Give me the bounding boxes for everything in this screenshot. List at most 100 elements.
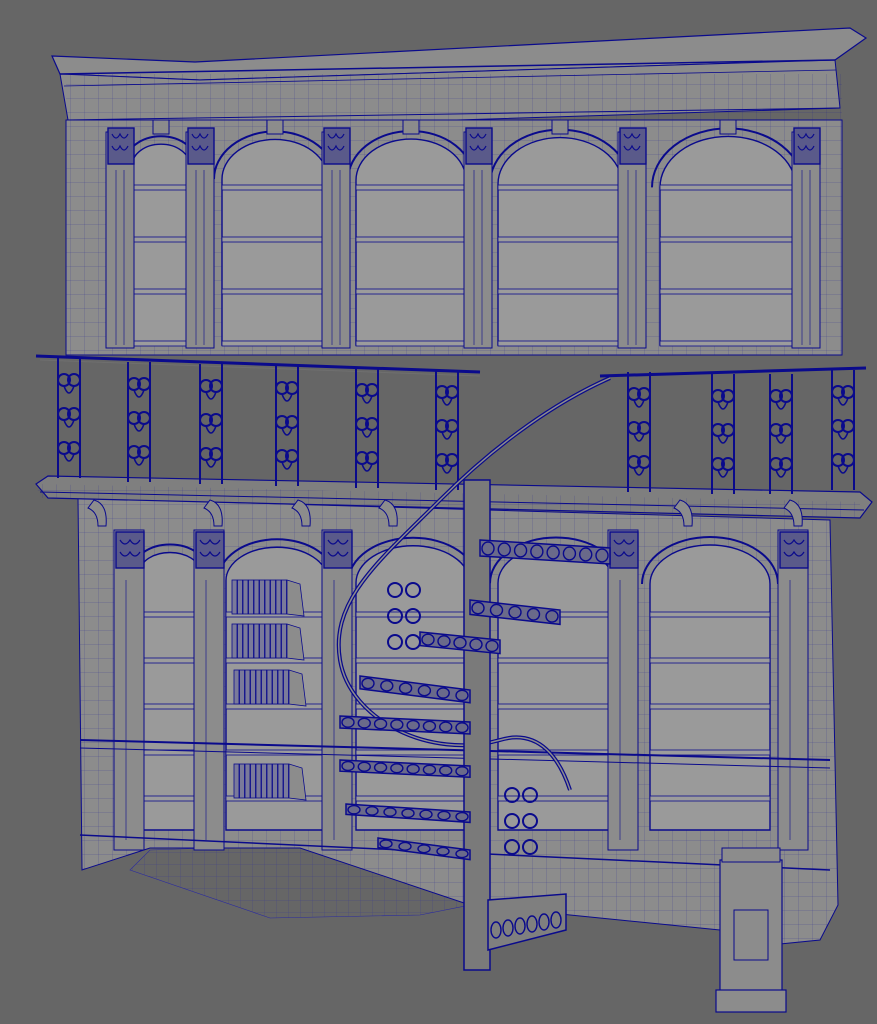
wireframe-scene[interactable] <box>0 0 877 1024</box>
book <box>233 763 240 799</box>
lower-shelf <box>355 703 471 710</box>
book <box>237 623 243 659</box>
lower-pilaster-3 <box>321 529 353 851</box>
lower-shelf <box>497 703 615 710</box>
lower-shelf <box>139 611 201 618</box>
corinthian-capital <box>195 531 225 569</box>
keystone <box>551 119 569 135</box>
book <box>239 763 245 799</box>
book <box>283 669 289 705</box>
upper-shelf <box>131 340 191 347</box>
railing-baluster <box>711 374 735 494</box>
book <box>250 669 256 705</box>
upper-shelf <box>355 340 467 347</box>
book <box>231 623 238 659</box>
upper-shelf <box>355 288 467 295</box>
balcony-railing <box>35 354 867 494</box>
lower-shelf <box>139 657 201 664</box>
book <box>270 579 276 615</box>
lower-shelf <box>649 795 771 802</box>
railing-baluster <box>355 368 379 488</box>
book <box>275 623 282 659</box>
railing-baluster <box>627 372 651 492</box>
book-row-3 <box>233 669 307 707</box>
upper-shelf <box>497 288 623 295</box>
railing-baluster <box>127 362 151 482</box>
book <box>277 763 284 799</box>
book <box>244 669 251 705</box>
lower-bay-1 <box>139 551 201 831</box>
book <box>261 763 267 799</box>
upper-shelf <box>221 184 329 191</box>
book <box>259 579 265 615</box>
lower-bay-4 <box>497 544 615 831</box>
book <box>244 763 251 799</box>
upper-shelf <box>659 340 797 347</box>
lower-shelf <box>649 749 771 756</box>
book <box>272 763 278 799</box>
corinthian-capital <box>779 531 809 569</box>
railing-baluster <box>831 370 855 490</box>
lower-pilaster-4 <box>607 529 639 851</box>
lower-shelf <box>497 657 615 664</box>
lower-shelf <box>139 703 201 710</box>
corinthian-capital <box>465 127 493 165</box>
keystone <box>266 119 284 135</box>
book <box>270 623 276 659</box>
railing-baluster <box>199 364 223 484</box>
book <box>242 623 249 659</box>
book <box>259 623 265 659</box>
lower-shelf <box>355 795 471 802</box>
corinthian-capital <box>619 127 647 165</box>
book-row-1 <box>231 579 305 617</box>
lower-pilaster-1 <box>113 529 145 851</box>
upper-shelf <box>355 236 467 243</box>
railing-baluster <box>57 358 81 478</box>
book <box>266 669 273 705</box>
book <box>264 623 271 659</box>
upper-shelf <box>131 236 191 243</box>
upper-shelf <box>659 184 797 191</box>
corinthian-capital <box>187 127 215 165</box>
upper-shelf <box>497 340 623 347</box>
lower-shelf <box>355 657 471 664</box>
upper-bay-1 <box>131 143 191 346</box>
book <box>255 669 262 705</box>
lower-shelf <box>225 657 329 664</box>
book <box>237 579 243 615</box>
book <box>272 669 278 705</box>
upper-shelf <box>221 340 329 347</box>
corinthian-capital <box>609 531 639 569</box>
keystone <box>402 119 420 135</box>
lower-shelf <box>649 657 771 664</box>
book <box>255 763 262 799</box>
book <box>233 669 240 705</box>
railing-baluster <box>275 366 299 486</box>
book <box>266 763 273 799</box>
book <box>231 579 238 615</box>
upper-shelf <box>497 184 623 191</box>
3d-viewport[interactable] <box>0 0 877 1024</box>
book <box>283 763 289 799</box>
book <box>250 763 256 799</box>
lower-shelf <box>139 795 201 802</box>
upper-bookcase <box>51 27 868 356</box>
book <box>264 579 271 615</box>
column-base <box>719 859 783 1011</box>
book <box>281 579 287 615</box>
book <box>239 669 245 705</box>
corinthian-capital <box>107 127 135 165</box>
lower-pilaster-5 <box>777 529 809 851</box>
book-row-2 <box>231 623 305 661</box>
corinthian-capital <box>793 127 821 165</box>
book-row-4 <box>233 763 307 801</box>
book <box>253 579 260 615</box>
upper-shelf <box>131 184 191 191</box>
upper-shelf <box>659 288 797 295</box>
lower-bay-5 <box>649 544 771 831</box>
upper-shelf <box>497 236 623 243</box>
book <box>242 579 249 615</box>
book <box>261 669 267 705</box>
book <box>248 623 254 659</box>
book <box>277 669 284 705</box>
